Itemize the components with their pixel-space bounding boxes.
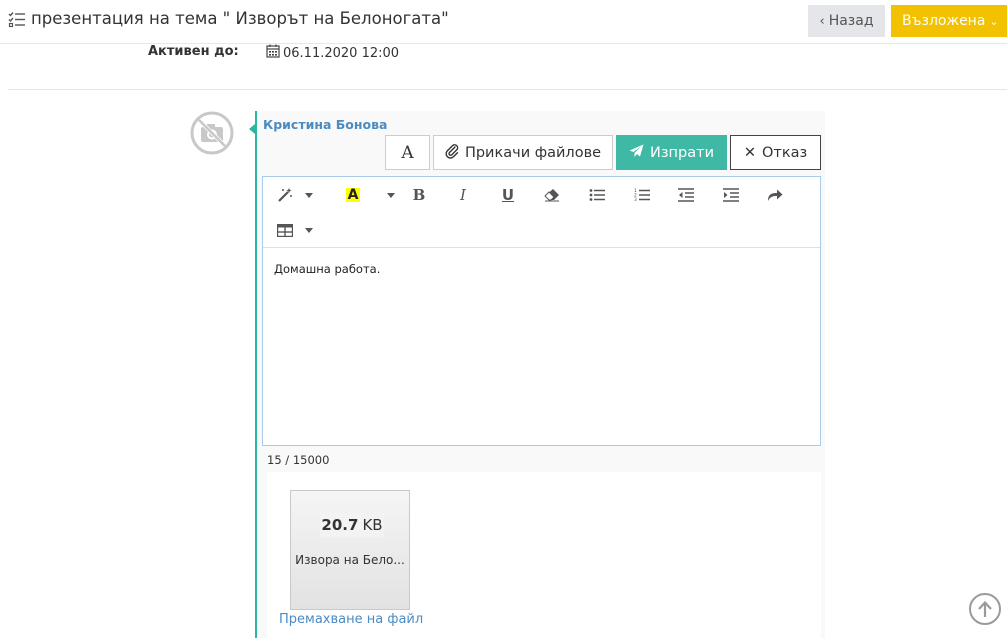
italic-icon[interactable]: I (451, 185, 475, 205)
table-dropdown-caret[interactable] (305, 228, 313, 233)
chevron-left-icon: ‹ (819, 13, 825, 29)
indent-icon[interactable] (719, 185, 743, 205)
page-header: презентация на тема " Изворът на Белоног… (0, 0, 1007, 44)
paperclip-icon (445, 143, 459, 163)
back-button[interactable]: ‹ Назад (808, 5, 885, 37)
active-until-value: 06.11.2020 12:00 (266, 44, 399, 62)
bulleted-list-icon[interactable] (585, 185, 609, 205)
timeline-pointer (249, 124, 255, 134)
cancel-button[interactable]: ✕ Отказ (730, 135, 821, 170)
rich-text-editor[interactable]: A B I U 1 2 3 Домашна работа. (262, 176, 821, 446)
highlight-color-icon[interactable]: A (341, 185, 365, 205)
comment-author: Кристина Бонова (263, 117, 388, 132)
attach-files-label: Прикачи файлове (464, 144, 602, 161)
scroll-to-top-button[interactable] (969, 593, 1001, 625)
send-label: Изпрати (650, 144, 714, 161)
svg-text:3: 3 (634, 197, 637, 202)
editor-toolbar: A B I U 1 2 3 (263, 177, 820, 248)
no-photo-avatar-icon (190, 111, 234, 155)
outdent-icon[interactable] (674, 185, 698, 205)
file-size-value: 20.7 (321, 516, 359, 534)
file-preview-card[interactable]: 20.7 KB Извора на Бело... (290, 490, 410, 610)
calendar-icon (266, 44, 280, 62)
numbered-list-icon[interactable]: 1 2 3 (630, 185, 654, 205)
table-icon[interactable] (273, 220, 297, 240)
page-title: презентация на тема " Изворът на Белоног… (8, 9, 449, 28)
arrow-up-icon (978, 600, 992, 617)
section-divider (8, 89, 1007, 90)
attach-files-button[interactable]: Прикачи файлове (433, 135, 613, 170)
underline-icon[interactable]: U (496, 185, 520, 205)
cancel-label: Отказ (761, 144, 808, 161)
remove-file-link[interactable]: Премахване на файл (279, 612, 423, 627)
timeline-line (255, 111, 257, 638)
status-dropdown-button[interactable]: Възложена ⌄ (891, 5, 1007, 37)
active-until-label: Активен до: (148, 44, 239, 59)
eraser-icon[interactable] (540, 185, 564, 205)
editor-content[interactable]: Домашна работа. (274, 262, 380, 276)
close-icon: ✕ (743, 144, 756, 161)
file-size-badge: 20.7 KB (320, 513, 384, 537)
character-counter: 15 / 15000 (267, 453, 330, 467)
style-dropdown-caret[interactable] (305, 193, 313, 198)
chevron-down-icon: ⌄ (989, 14, 999, 28)
bold-icon[interactable]: B (407, 185, 431, 205)
file-name: Извора на Бело... (295, 553, 405, 567)
paper-plane-icon (629, 144, 644, 162)
active-until-date: 06.11.2020 12:00 (283, 45, 400, 61)
back-button-label: Назад (828, 13, 874, 29)
tasks-list-icon (8, 10, 26, 28)
page-title-text: презентация на тема " Изворът на Белоног… (31, 9, 449, 28)
redo-icon[interactable] (763, 185, 787, 205)
magic-wand-icon[interactable] (273, 185, 297, 205)
send-button[interactable]: Изпрати (616, 135, 727, 170)
status-label: Възложена (902, 13, 986, 29)
color-dropdown-caret[interactable] (387, 193, 395, 198)
font-toggle-button[interactable]: A (385, 135, 430, 170)
file-size-unit: KB (362, 516, 383, 534)
